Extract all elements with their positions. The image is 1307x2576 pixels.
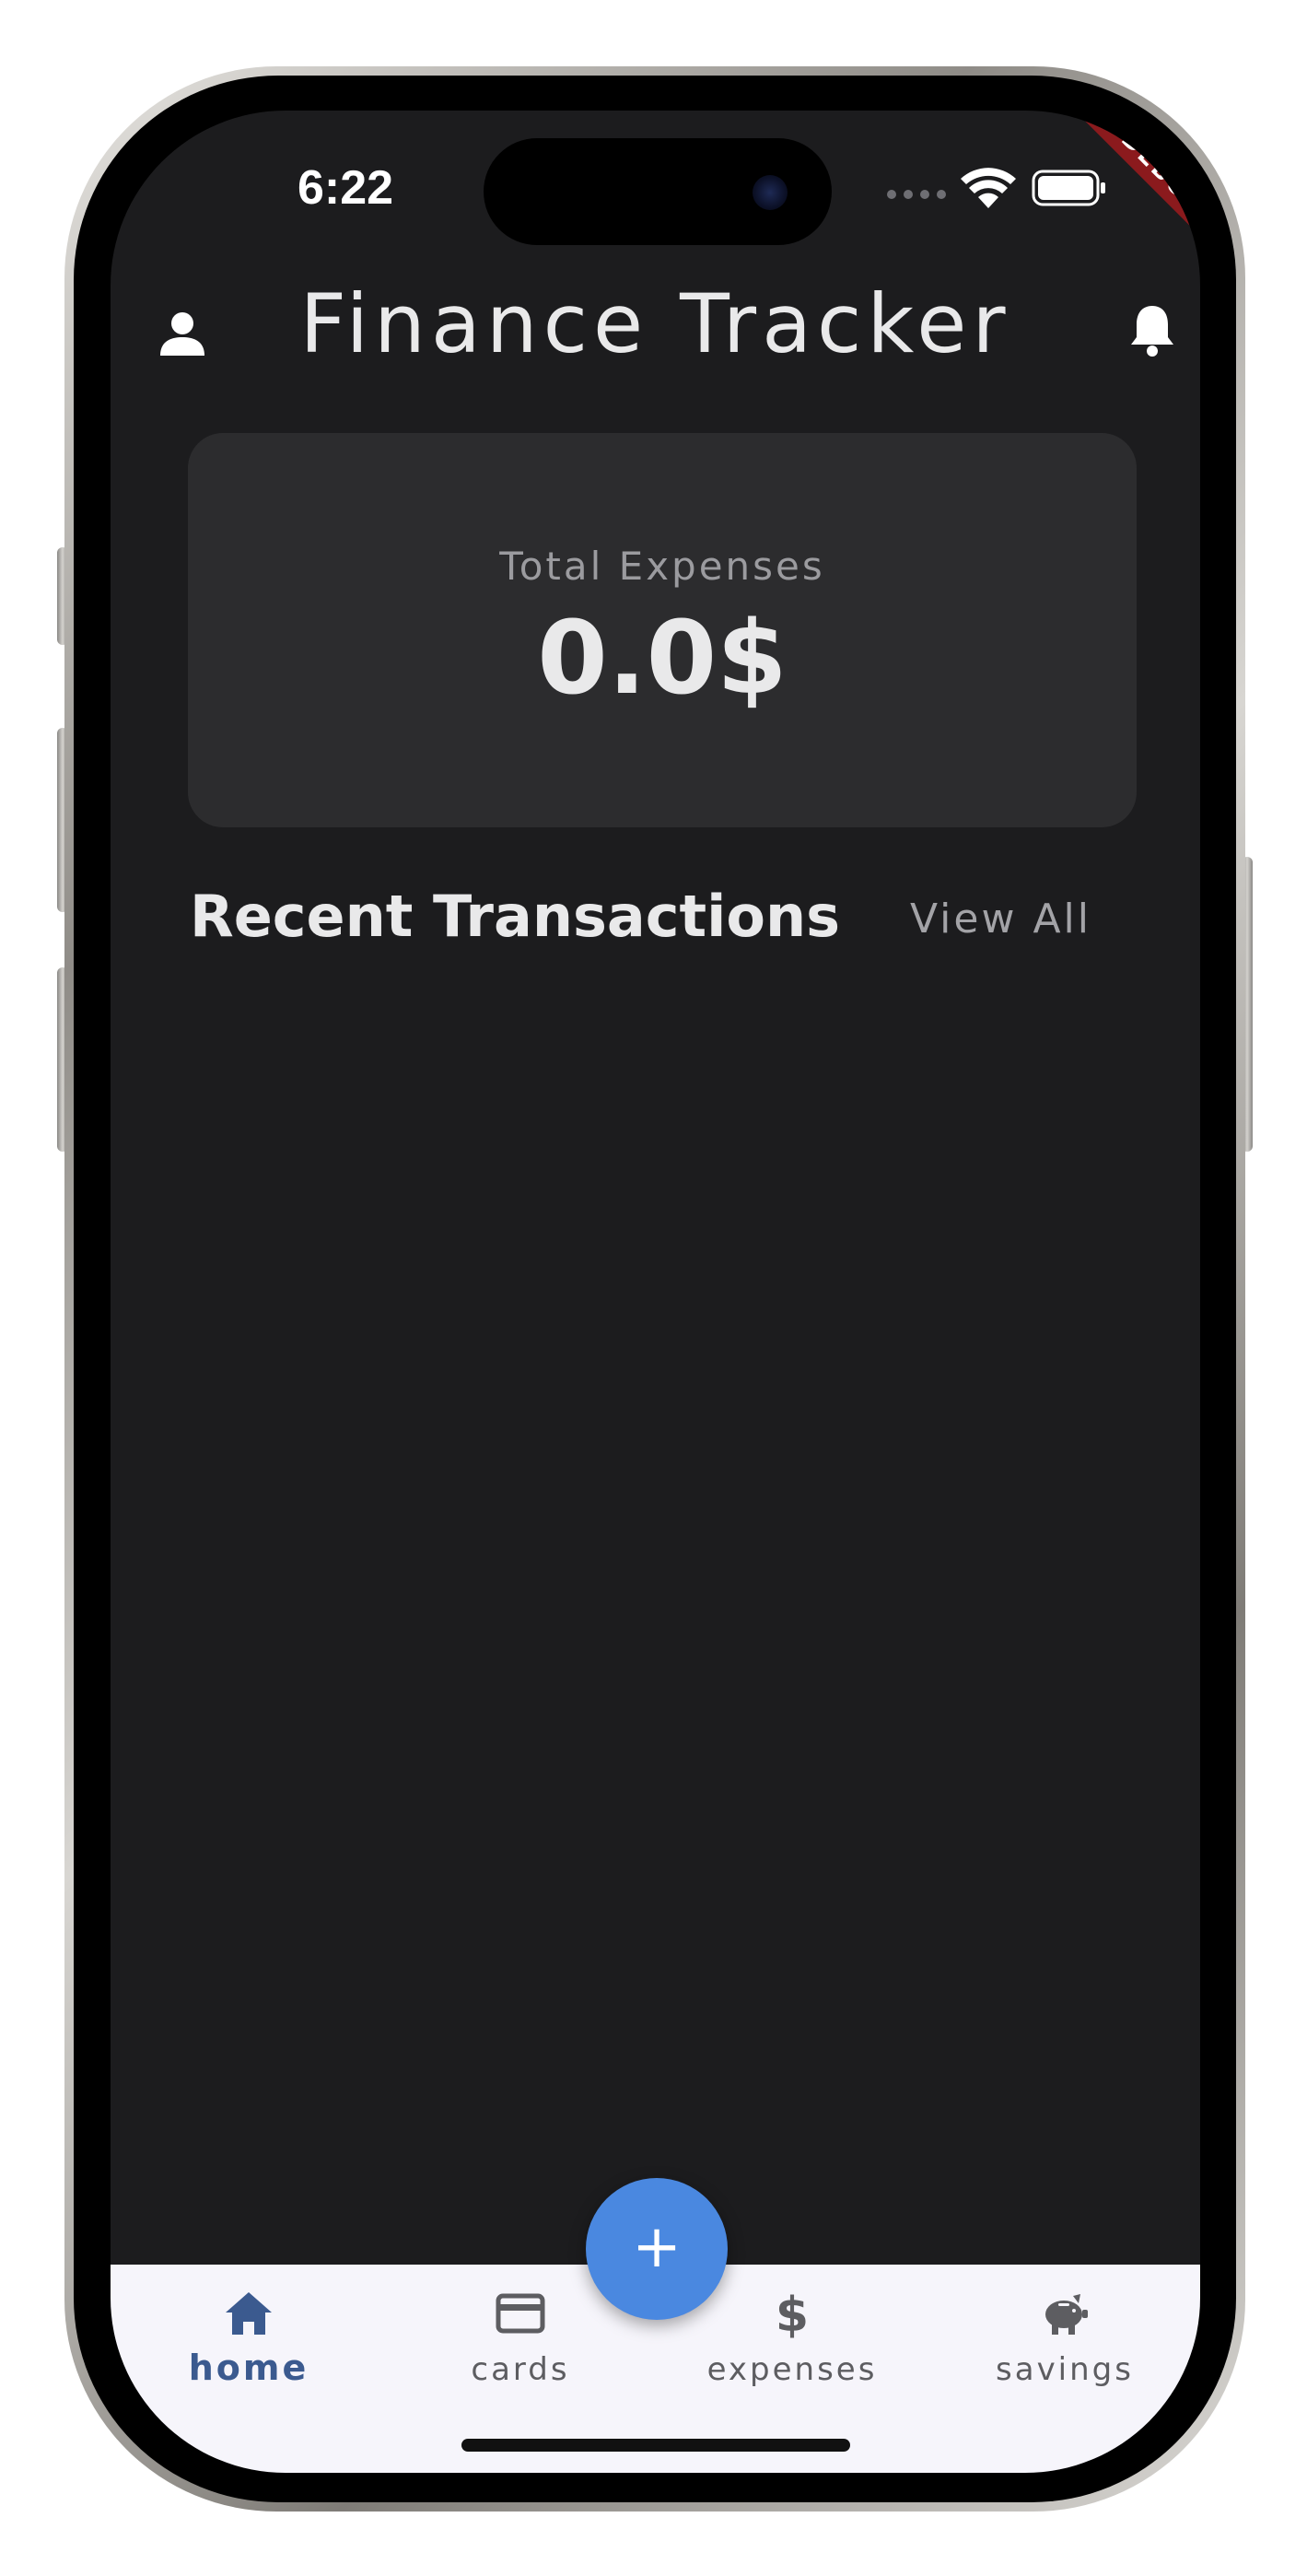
- nav-item-savings[interactable]: savings: [954, 2265, 1175, 2403]
- view-all-button[interactable]: View All: [910, 896, 1091, 943]
- app-screen: 6:22 DEBUG Finance Tracker Total Expense…: [111, 111, 1200, 2473]
- cellular-signal-icon: [887, 190, 946, 199]
- wifi-icon: [961, 168, 1016, 208]
- add-transaction-button[interactable]: +: [586, 2178, 728, 2320]
- total-expenses-card: Total Expenses 0.0$: [188, 433, 1137, 827]
- nav-label-expenses: expenses: [706, 2351, 878, 2388]
- nav-item-home[interactable]: home: [138, 2265, 359, 2403]
- nav-label-home: home: [188, 2348, 309, 2388]
- bell-icon[interactable]: [1127, 302, 1177, 357]
- nav-label-cards: cards: [471, 2351, 570, 2388]
- home-icon: [226, 2292, 272, 2335]
- total-expenses-label: Total Expenses: [499, 544, 825, 589]
- dynamic-island: [484, 138, 832, 245]
- total-expenses-value: 0.0$: [537, 599, 788, 717]
- page-title: Finance Tracker: [299, 276, 1011, 371]
- piggy-bank-icon: [1045, 2294, 1088, 2335]
- recent-transactions-title: Recent Transactions: [190, 883, 841, 950]
- svg-text:$: $: [776, 2289, 809, 2338]
- dollar-icon: $: [776, 2289, 809, 2338]
- credit-card-icon: [496, 2293, 545, 2334]
- debug-banner: DEBUG: [1016, 111, 1200, 295]
- status-time: 6:22: [297, 161, 394, 215]
- home-indicator[interactable]: [461, 2439, 850, 2452]
- nav-label-savings: savings: [996, 2351, 1134, 2388]
- camera-icon: [753, 175, 788, 210]
- debug-banner-label: DEBUG: [1065, 111, 1200, 272]
